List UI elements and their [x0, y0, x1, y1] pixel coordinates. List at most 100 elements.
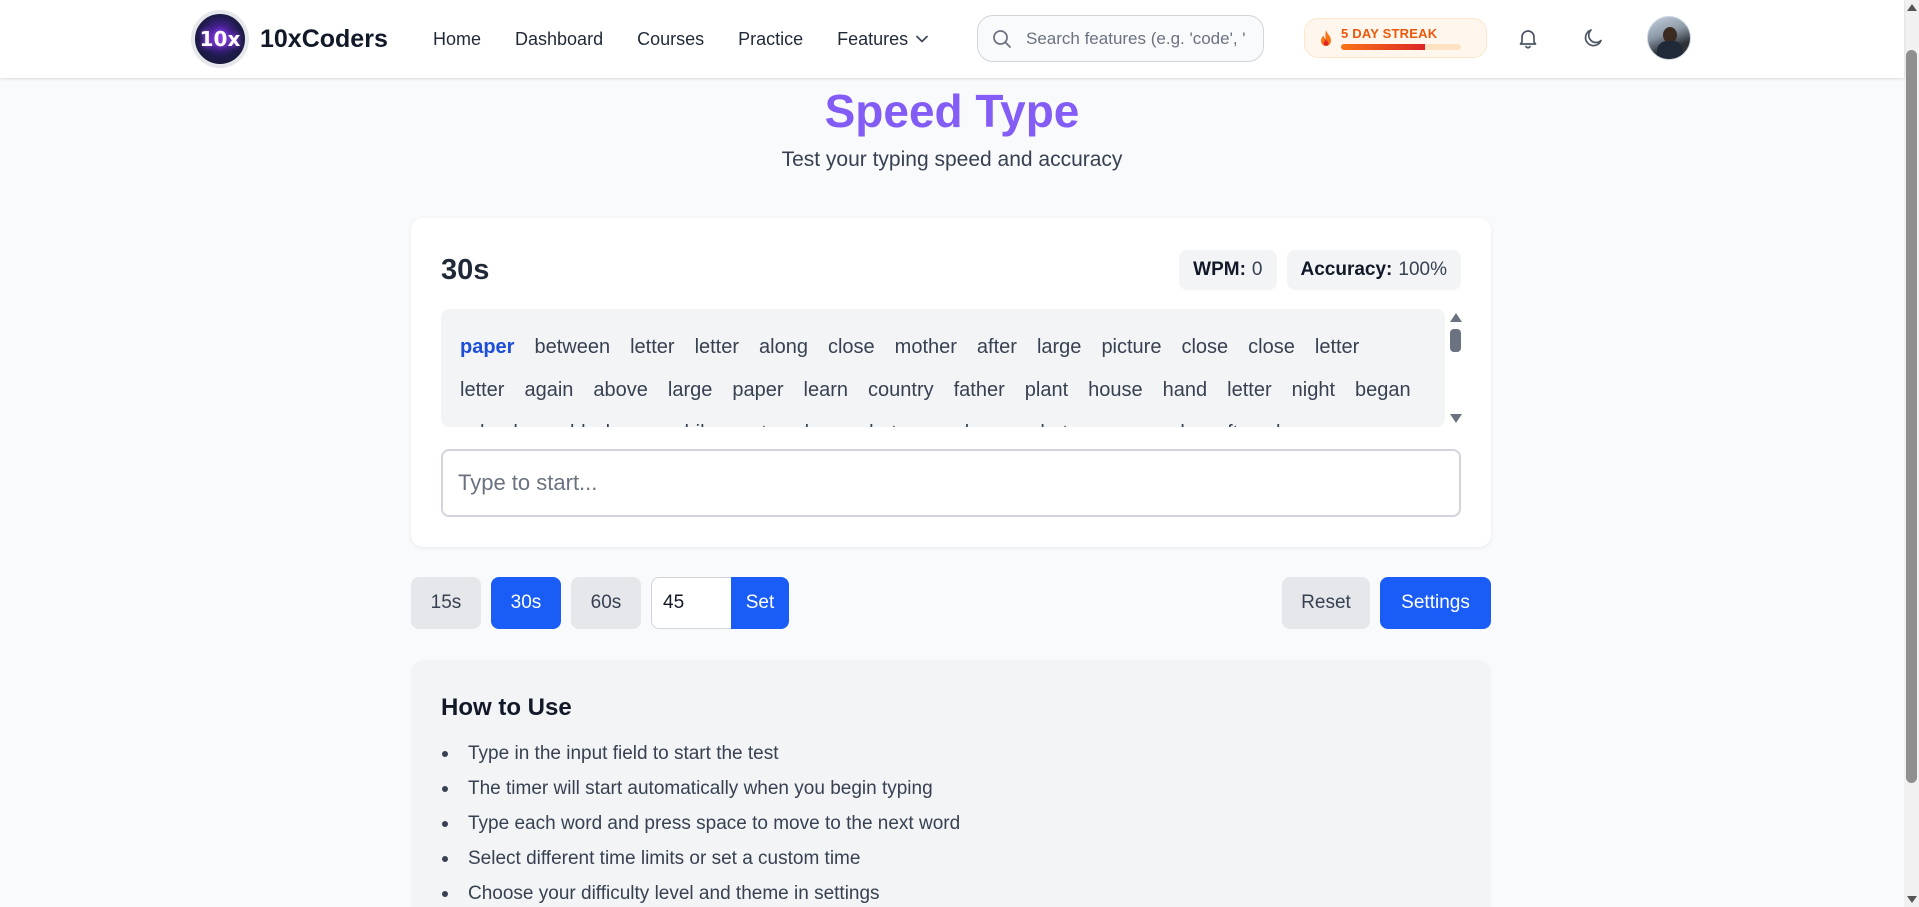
words-scrollbar[interactable] — [1447, 311, 1465, 425]
page-scrollbar[interactable] — [1904, 0, 1919, 907]
set-time-button[interactable]: Set — [731, 577, 789, 629]
nav-features-dropdown[interactable]: Features — [837, 29, 928, 50]
time-15s-button[interactable]: 15s — [411, 577, 481, 629]
word: house — [1088, 379, 1143, 401]
page-scroll-thumb[interactable] — [1906, 50, 1917, 783]
list-item: Choose your difficulty level and theme i… — [441, 876, 960, 907]
word: plant — [1024, 379, 1069, 401]
notifications-button[interactable] — [1512, 22, 1544, 54]
word: large — [1036, 336, 1082, 358]
word: between — [869, 412, 945, 427]
word: night — [1291, 379, 1335, 401]
word: close — [1248, 336, 1295, 358]
streak-label: 5 DAY STREAK — [1341, 26, 1438, 41]
word-list: paper between letter letter along close mother… — [460, 326, 1440, 427]
scroll-thumb[interactable] — [1450, 329, 1461, 352]
navbar: 10x 10xCoders Home Dashboard Courses Pra… — [0, 0, 1904, 78]
word: world — [538, 412, 586, 427]
accuracy-stat: Accuracy: 100% — [1286, 250, 1461, 290]
scroll-up-arrow-icon[interactable] — [1450, 313, 1462, 322]
search-input[interactable] — [1026, 28, 1246, 49]
brand-name: 10xCoders — [260, 24, 388, 53]
word: close — [1181, 336, 1229, 358]
nav-features-label: Features — [837, 28, 909, 49]
list-item: The timer will start automatically when … — [441, 771, 960, 806]
stats-bar: WPM: 0 Accuracy: 100% — [1169, 250, 1461, 290]
word: letter — [1227, 379, 1272, 401]
word: large — [1276, 412, 1320, 427]
words-display[interactable]: paper between letter letter along close mother… — [441, 309, 1445, 427]
word: began — [1355, 379, 1411, 401]
word: close — [827, 336, 875, 358]
word: people — [1136, 412, 1196, 427]
word: letter — [694, 336, 740, 358]
page-subtitle: Test your typing speed and accuracy — [781, 148, 1123, 171]
word: between — [534, 336, 611, 358]
current-word: paper — [460, 336, 515, 358]
accuracy-label: Accuracy: — [1300, 259, 1393, 280]
time-30s-button[interactable]: 30s — [491, 577, 561, 629]
word: above — [593, 379, 648, 401]
typing-test-card: 30s WPM: 0 Accuracy: 100% paper between le… — [411, 218, 1491, 547]
word: letter — [630, 336, 675, 358]
page-scroll-up-arrow-icon[interactable] — [1907, 4, 1917, 11]
word: between — [1040, 412, 1116, 427]
nav-link-courses[interactable]: Courses — [637, 29, 704, 50]
how-to-use-title: How to Use — [441, 694, 572, 721]
word: hand — [1162, 379, 1208, 401]
nav-link-dashboard[interactable]: Dashboard — [515, 29, 603, 50]
typing-input[interactable] — [441, 449, 1461, 517]
logo-badge: 10x — [191, 10, 249, 68]
time-controls: 15s 30s 60s Set Reset Settings — [411, 577, 1491, 629]
nav-links: Home Dashboard Courses Practice Features — [433, 0, 962, 78]
scroll-down-arrow-icon[interactable] — [1450, 414, 1462, 423]
word: letter — [1314, 336, 1360, 358]
theme-toggle-button[interactable] — [1577, 22, 1609, 54]
word: again — [524, 379, 574, 401]
avatar-torso-shape — [1657, 41, 1683, 59]
nav-link-practice[interactable]: Practice — [738, 29, 803, 50]
fire-icon — [1321, 30, 1331, 46]
time-60s-button[interactable]: 60s — [571, 577, 641, 629]
word: father — [953, 379, 1005, 401]
word: letter — [460, 379, 505, 401]
word: after — [1216, 412, 1256, 427]
logo[interactable]: 10x 10xCoders — [191, 10, 388, 68]
word: country — [868, 379, 934, 401]
word: school — [460, 412, 518, 427]
wpm-value: 0 — [1251, 259, 1263, 280]
streak-body: 5 DAY STREAK — [1341, 26, 1461, 50]
search-icon — [993, 29, 1011, 48]
wpm-label: WPM: — [1193, 259, 1246, 280]
word: along — [759, 336, 808, 358]
settings-button[interactable]: Settings — [1380, 577, 1491, 629]
streak-progress-bar — [1341, 44, 1461, 50]
word: paper — [732, 379, 784, 401]
word: large — [667, 379, 713, 401]
reset-button[interactable]: Reset — [1282, 577, 1370, 629]
user-avatar[interactable] — [1647, 16, 1691, 60]
word: after — [976, 336, 1017, 358]
word: learn — [803, 379, 849, 401]
nav-link-home[interactable]: Home — [433, 29, 481, 50]
word: large — [606, 412, 650, 427]
wpm-stat: WPM: 0 — [1179, 250, 1277, 290]
word: large — [805, 412, 849, 427]
word: picture — [1101, 336, 1162, 358]
list-item: Type each word and press space to move t… — [441, 806, 960, 841]
bell-icon — [1519, 30, 1537, 49]
streak-badge[interactable]: 5 DAY STREAK — [1304, 18, 1487, 58]
list-item: Select different time limits or set a cu… — [441, 841, 960, 876]
custom-time-input[interactable] — [651, 577, 732, 629]
moon-icon — [1584, 29, 1602, 47]
search-box[interactable] — [977, 15, 1264, 62]
streak-progress-fill — [1341, 44, 1425, 50]
chevron-down-icon — [916, 35, 928, 43]
how-to-use-panel: How to Use Type in the input field to st… — [411, 660, 1491, 907]
timer-display: 30s — [441, 254, 490, 286]
word: began — [965, 412, 1021, 427]
word: while — [670, 412, 716, 427]
accuracy-value: 100% — [1398, 259, 1447, 280]
word: water — [736, 412, 785, 427]
page-scroll-down-arrow-icon[interactable] — [1907, 896, 1917, 903]
